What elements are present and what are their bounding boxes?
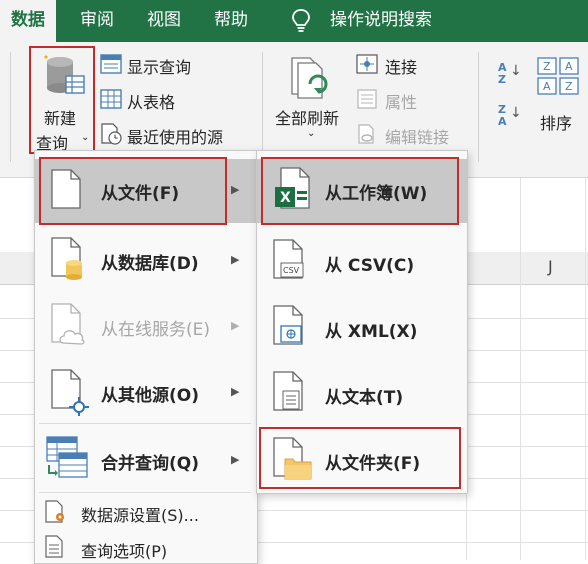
chevron-right-icon: ▶: [231, 183, 240, 196]
menu-item-from-other-sources[interactable]: 从其他源(O) ▶: [35, 361, 257, 425]
from-folder-highlight: [259, 427, 461, 489]
svg-text:Z: Z: [543, 60, 551, 73]
from-file-submenu: X 从工作簿(W) CSV 从 CSV(C) 从 XML(X) 从文本(T) 从…: [256, 150, 468, 494]
sort-z-to-a-icon: ZA: [498, 103, 507, 128]
ribbon-separator: [262, 52, 263, 162]
sort-dialog-icon: Z A A Z: [537, 57, 579, 95]
edit-links-button[interactable]: 编辑链接: [356, 122, 466, 148]
chevron-right-icon: ▶: [231, 453, 240, 466]
submenu-item-from-csv[interactable]: CSV 从 CSV(C): [257, 231, 467, 295]
menu-item-from-online-services[interactable]: 从在线服务(E) ▶: [35, 295, 257, 359]
properties-button[interactable]: 属性: [356, 87, 466, 113]
sort-button[interactable]: Z A A Z 排序: [533, 50, 588, 150]
tab-data[interactable]: 数据: [0, 0, 56, 42]
refresh-icon: [291, 57, 328, 99]
connections-icon: [356, 54, 378, 74]
menu-item-data-source-settings[interactable]: 数据源设置(S)...: [35, 495, 257, 529]
recent-sources-icon: [101, 123, 122, 145]
text-file-icon: [273, 371, 303, 411]
menu-divider: [39, 492, 251, 493]
edit-links-label: 编辑链接: [385, 128, 450, 147]
combine-queries-icon: [46, 436, 88, 478]
query-options-icon: [45, 535, 63, 558]
refresh-all-button[interactable]: 全部刷新 ⌄: [272, 48, 352, 152]
tab-view[interactable]: 视图: [147, 0, 181, 42]
from-xml-label: 从 XML(X): [325, 322, 418, 342]
other-sources-icon: [51, 369, 89, 416]
from-table-label: 从表格: [127, 93, 176, 112]
down-arrow-icon: ↓: [510, 105, 522, 121]
ribbon-separator: [478, 52, 479, 162]
table-icon: [100, 89, 122, 109]
refresh-all-label: 全部刷新: [275, 109, 340, 128]
chevron-right-icon: ▶: [231, 385, 240, 398]
new-query-menu: 从文件(F) ▶ 从数据库(D) ▶ 从在线服务(E) ▶ 从其他源(O) ▶ …: [34, 150, 258, 564]
query-options-label: 查询选项(P): [81, 542, 168, 561]
ribbon-tab-bar: 数据 审阅 视图 帮助 操作说明搜索: [0, 0, 588, 42]
sort-ascending-button[interactable]: AZ ↓: [492, 60, 526, 90]
tab-help[interactable]: 帮助: [214, 0, 248, 42]
from-csv-label: 从 CSV(C): [325, 256, 415, 276]
submenu-item-from-xml[interactable]: 从 XML(X): [257, 297, 467, 361]
chevron-right-icon: ▶: [231, 319, 240, 332]
ribbon-separator: [10, 52, 11, 162]
from-other-sources-label: 从其他源(O): [101, 386, 199, 406]
sort-a-to-z-icon: AZ: [498, 61, 507, 86]
show-queries-icon: [100, 54, 122, 74]
cloud-icon: [51, 303, 85, 345]
connections-label: 连接: [385, 58, 418, 77]
from-file-highlight: [39, 157, 227, 225]
lightbulb-icon: [292, 9, 310, 32]
properties-label: 属性: [385, 93, 418, 112]
tab-review[interactable]: 审阅: [80, 0, 114, 42]
combine-queries-label: 合并查询(Q): [101, 454, 199, 474]
grid-line: [520, 178, 521, 560]
recent-sources-button[interactable]: 最近使用的源: [100, 122, 250, 148]
chevron-down-icon: ⌄: [307, 128, 316, 139]
svg-text:CSV: CSV: [283, 266, 300, 275]
edit-links-icon: [358, 124, 374, 144]
database-icon: [51, 237, 82, 280]
menu-item-combine-queries[interactable]: 合并查询(Q) ▶: [35, 429, 257, 491]
show-queries-button[interactable]: 显示查询: [100, 52, 250, 78]
svg-text:A: A: [565, 60, 573, 73]
sort-label: 排序: [540, 114, 573, 133]
menu-divider: [39, 423, 251, 424]
from-table-button[interactable]: 从表格: [100, 87, 250, 113]
new-query-highlight: [29, 46, 95, 154]
recent-sources-label: 最近使用的源: [127, 128, 224, 147]
menu-item-from-database[interactable]: 从数据库(D) ▶: [35, 229, 257, 293]
properties-icon: [357, 89, 377, 109]
data-source-settings-icon: [45, 500, 64, 523]
grid-line: [585, 178, 586, 560]
from-text-label: 从文本(T): [325, 388, 404, 408]
from-workbook-highlight: [261, 157, 459, 225]
connections-button[interactable]: 连接: [356, 52, 466, 78]
down-arrow-icon: ↓: [510, 63, 522, 79]
show-queries-label: 显示查询: [127, 58, 192, 77]
svg-text:Z: Z: [565, 80, 573, 93]
sort-descending-button[interactable]: ZA ↓: [492, 102, 526, 132]
menu-item-query-options[interactable]: 查询选项(P): [35, 531, 257, 563]
chevron-right-icon: ▶: [231, 253, 240, 266]
xml-file-icon: [273, 305, 303, 345]
tell-me-search[interactable]: 操作说明搜索: [330, 0, 432, 42]
from-database-label: 从数据库(D): [101, 254, 199, 274]
submenu-item-from-text[interactable]: 从文本(T): [257, 363, 467, 427]
svg-text:A: A: [543, 80, 551, 93]
data-source-settings-label: 数据源设置(S)...: [81, 506, 199, 525]
from-online-services-label: 从在线服务(E): [101, 320, 211, 340]
csv-file-icon: CSV: [273, 239, 304, 279]
column-header-j[interactable]: J: [548, 257, 553, 276]
